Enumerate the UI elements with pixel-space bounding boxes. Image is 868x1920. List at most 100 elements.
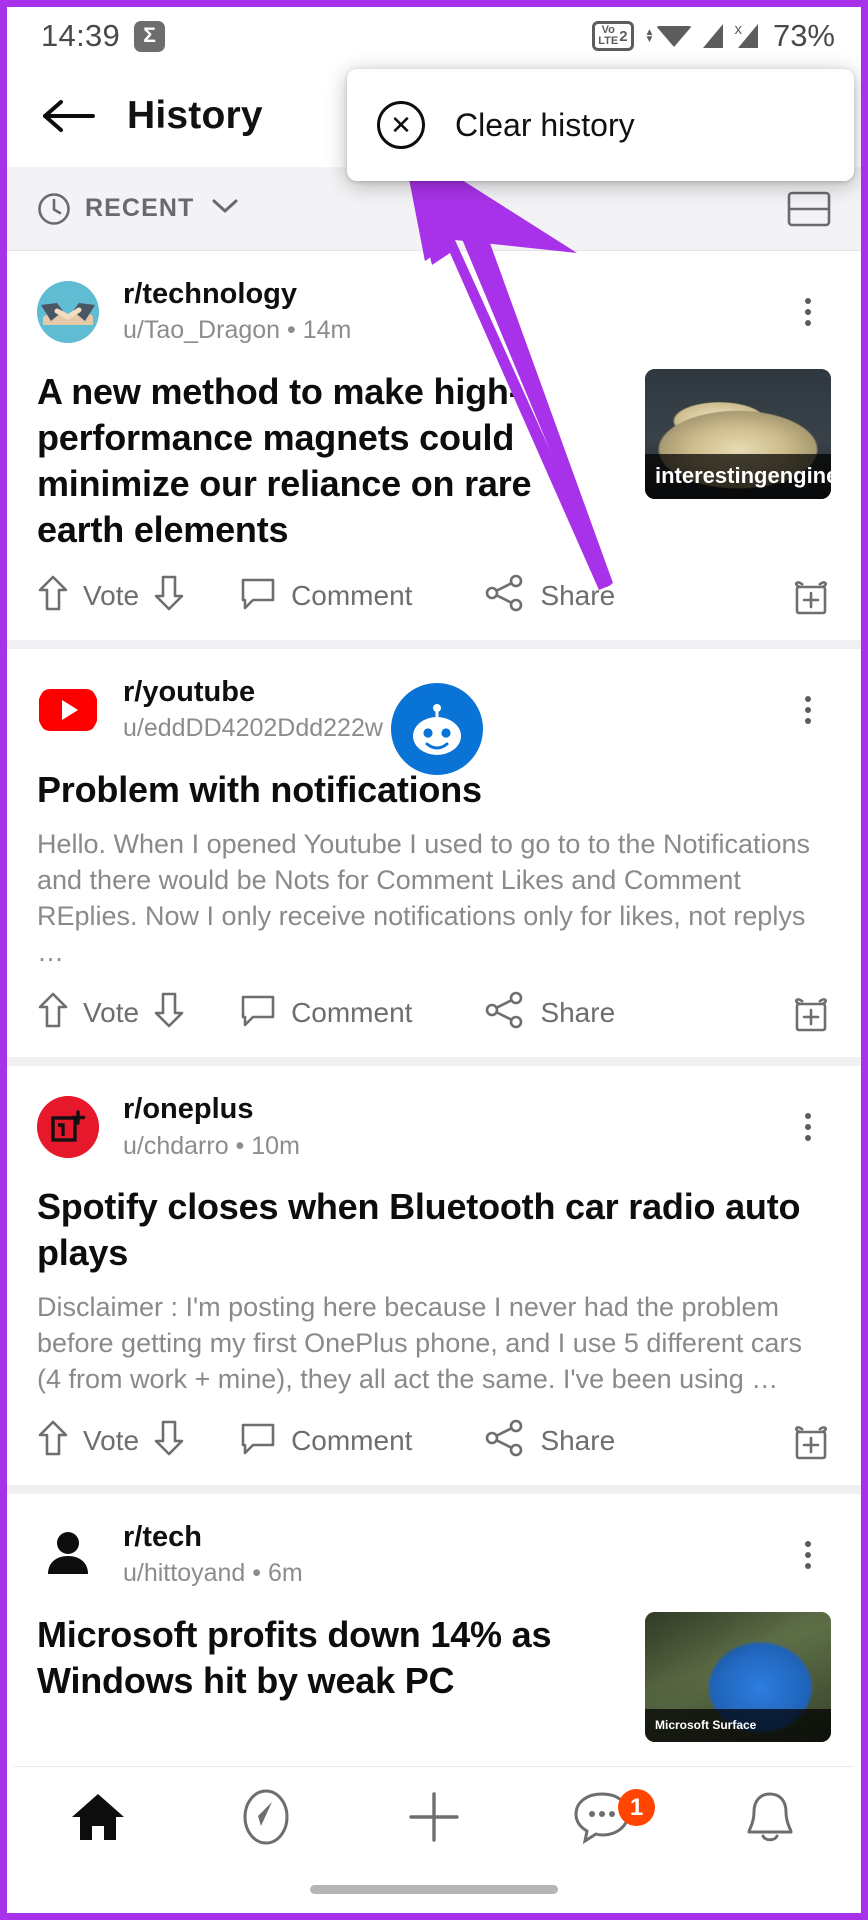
nav-item-notifications[interactable] (686, 1767, 854, 1872)
post-title[interactable]: Spotify closes when Bluetooth car radio … (37, 1184, 831, 1276)
subreddit-name[interactable]: r/oneplus (123, 1092, 300, 1126)
microsoft-surface-thumbnail[interactable]: Microsoft Surface (645, 1611, 831, 1742)
comment-bubble-icon[interactable] (239, 1419, 277, 1462)
bottom-nav-row: 1 (14, 1767, 854, 1872)
share-icon[interactable] (484, 1419, 526, 1462)
rock-mineral-thumbnail[interactable]: interestingengine (645, 368, 831, 499)
post-overflow-menu-icon[interactable] (785, 289, 831, 335)
downvote-arrow-icon[interactable] (153, 990, 185, 1035)
post-action-bar: Vote Comment Share (7, 970, 861, 1057)
volte-sim-label: 2 (619, 27, 628, 45)
status-time: 14:39 (41, 18, 121, 53)
post-text-block: Spotify closes when Bluetooth car radio … (37, 1184, 831, 1398)
nav-item-create[interactable] (350, 1767, 518, 1872)
post-meta: r/oneplus u/chdarro • 10m (123, 1092, 300, 1162)
bell-notification-icon[interactable] (743, 1788, 797, 1851)
home-icon[interactable] (69, 1790, 127, 1849)
compass-explore-icon[interactable] (239, 1788, 293, 1851)
award-gift-icon[interactable] (791, 1420, 831, 1462)
post-overflow-menu-icon[interactable] (785, 1532, 831, 1578)
post-text-block: Microsoft profits down 14% as Windows hi… (37, 1612, 623, 1742)
share-control[interactable]: Share (484, 991, 629, 1034)
battery-percent: 73% (772, 18, 835, 53)
comment-control[interactable]: Comment (239, 1419, 426, 1462)
share-label: Share (540, 996, 616, 1028)
share-icon[interactable] (484, 991, 526, 1034)
comment-control[interactable]: Comment (239, 991, 426, 1034)
vote-control[interactable]: Vote (37, 1418, 185, 1463)
thumbnail-caption: interestingengine (645, 453, 831, 499)
vote-control[interactable]: Vote (37, 990, 185, 1035)
clear-history-menu-item[interactable]: ✕ Clear history (347, 69, 854, 181)
post-action-bar: Vote Comment Share (7, 1398, 861, 1485)
card-layout-icon[interactable] (785, 188, 833, 230)
nav-item-explore[interactable] (182, 1767, 350, 1872)
share-control[interactable]: Share (484, 1419, 629, 1462)
volte-icon: Vo LTE 2 (592, 21, 634, 51)
upvote-arrow-icon[interactable] (37, 990, 69, 1035)
vote-control[interactable]: Vote (37, 573, 185, 618)
wifi-traffic-arrows-icon: ▲ ▼ (644, 27, 655, 45)
comment-bubble-icon[interactable] (239, 574, 277, 617)
person-avatar-icon[interactable] (37, 1524, 99, 1586)
post-text-block: A new method to make high-performance ma… (37, 369, 623, 553)
page-title: History (127, 94, 263, 137)
bottom-navigation-bar: 1 (14, 1766, 854, 1906)
share-control[interactable]: Share (484, 574, 629, 617)
oneplus-avatar-icon[interactable] (37, 1096, 99, 1159)
post-body: Microsoft profits down 14% as Windows hi… (7, 1611, 861, 1742)
award-gift-icon[interactable] (791, 992, 831, 1034)
post-title[interactable]: Microsoft profits down 14% as Windows hi… (37, 1612, 623, 1704)
post-action-bar: Vote Comment Share (7, 553, 861, 640)
post-snippet: Disclaimer : I'm posting here because I … (37, 1292, 802, 1395)
comment-label: Comment (291, 996, 413, 1028)
comment-label: Comment (291, 1424, 413, 1456)
status-bar: 14:39 Σ Vo LTE 2 ▲ ▼ x 73% (7, 7, 861, 65)
downvote-arrow-icon[interactable] (153, 573, 185, 618)
plus-create-icon[interactable] (406, 1789, 462, 1850)
post-overflow-menu-icon[interactable] (785, 687, 831, 733)
volte-bottom-label: LTE (598, 35, 619, 47)
share-icon[interactable] (484, 574, 526, 617)
post-byline: u/chdarro • 10m (123, 1131, 300, 1160)
nav-item-chat[interactable]: 1 (518, 1767, 686, 1872)
handshake-avatar-icon[interactable] (37, 280, 99, 343)
chevron-down-icon[interactable] (210, 196, 240, 221)
post-card[interactable]: r/technology u/Tao_Dragon • 14m A new me… (7, 251, 861, 641)
comment-label: Comment (291, 579, 413, 611)
post-overflow-menu-icon[interactable] (785, 1104, 831, 1150)
home-indicator-bar[interactable] (14, 1872, 854, 1906)
comment-control[interactable]: Comment (239, 574, 426, 617)
post-byline: u/Tao_Dragon • 14m (123, 316, 352, 345)
comment-bubble-icon[interactable] (239, 991, 277, 1034)
post-header: r/technology u/Tao_Dragon • 14m (7, 277, 861, 347)
subreddit-name[interactable]: r/tech (123, 1520, 303, 1554)
upvote-arrow-icon[interactable] (37, 573, 69, 618)
nav-item-home[interactable] (14, 1767, 182, 1872)
chat-unread-badge: 1 (618, 1789, 655, 1826)
post-card[interactable]: r/oneplus u/chdarro • 10m Spotify closes… (7, 1057, 861, 1486)
post-card[interactable]: r/tech u/hittoyand • 6m Microsoft profit… (7, 1485, 861, 1742)
award-gift-icon[interactable] (791, 575, 831, 617)
vote-label: Vote (83, 996, 140, 1028)
post-title[interactable]: A new method to make high-performance ma… (37, 369, 623, 553)
vote-label: Vote (83, 1424, 140, 1456)
signal-bars-icon (703, 24, 724, 48)
post-body: Problem with notifications Hello. When I… (7, 767, 861, 971)
downvote-arrow-icon[interactable] (153, 1418, 185, 1463)
status-icons-group: Vo LTE 2 ▲ ▼ x 73% (592, 18, 835, 54)
post-snippet: Hello. When I opened Youtube I used to g… (37, 828, 811, 967)
upvote-arrow-icon[interactable] (37, 1418, 69, 1463)
subreddit-name[interactable]: r/technology (123, 277, 351, 311)
post-header: r/tech u/hittoyand • 6m (7, 1520, 861, 1590)
post-body: A new method to make high-performance ma… (7, 368, 861, 553)
post-body: Spotify closes when Bluetooth car radio … (7, 1184, 861, 1398)
youtube-avatar-icon[interactable] (37, 679, 99, 741)
sort-filter-label[interactable]: RECENT (85, 194, 194, 223)
clear-history-label: Clear history (455, 106, 635, 143)
back-arrow-icon[interactable] (41, 94, 97, 138)
thumbnail-caption: Microsoft Surface (645, 1708, 831, 1742)
post-header: r/oneplus u/chdarro • 10m (7, 1092, 861, 1162)
history-feed: r/technology u/Tao_Dragon • 14m A new me… (7, 251, 861, 1742)
post-byline: u/hittoyand • 6m (123, 1559, 303, 1588)
